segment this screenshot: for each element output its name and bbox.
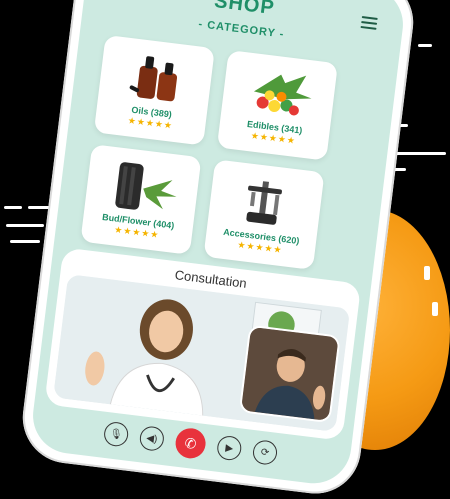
video-icon[interactable]: ▶	[215, 434, 243, 462]
phone-frame: SHOP - CATEGORY - Oils (389) ★★★★★ Edibl…	[17, 0, 419, 499]
end-call-icon[interactable]: ✆	[173, 426, 208, 461]
phone-screen: SHOP - CATEGORY - Oils (389) ★★★★★ Edibl…	[28, 0, 408, 488]
decor-dash	[10, 240, 40, 243]
decor-dash	[418, 44, 432, 47]
oil-bottles-icon	[129, 56, 178, 102]
decor-dash	[4, 206, 22, 209]
decor-dash	[432, 302, 438, 316]
menu-icon[interactable]	[360, 16, 378, 30]
decor-dash	[6, 224, 44, 227]
consultation-panel: Consultation	[44, 247, 362, 441]
category-card-oils[interactable]: Oils (389) ★★★★★	[93, 34, 215, 146]
speaker-icon[interactable]: ◀)	[138, 425, 166, 452]
category-card-accessories[interactable]: Accessories (620) ★★★★★	[203, 159, 325, 270]
decor-dash	[424, 266, 430, 280]
patient-video-pip[interactable]	[240, 326, 339, 421]
microphone-icon[interactable]: 🎙	[102, 420, 130, 448]
patient-illustration	[240, 326, 339, 421]
category-card-edibles[interactable]: Edibles (341) ★★★★★	[216, 50, 338, 161]
vaporizer-icon	[115, 162, 177, 210]
category-card-bud-flower[interactable]: Bud/Flower (404) ★★★★★	[80, 144, 202, 255]
gummies-icon	[253, 74, 312, 116]
dab-rig-icon	[246, 181, 282, 225]
camera-switch-icon[interactable]: ⟳	[251, 439, 279, 466]
